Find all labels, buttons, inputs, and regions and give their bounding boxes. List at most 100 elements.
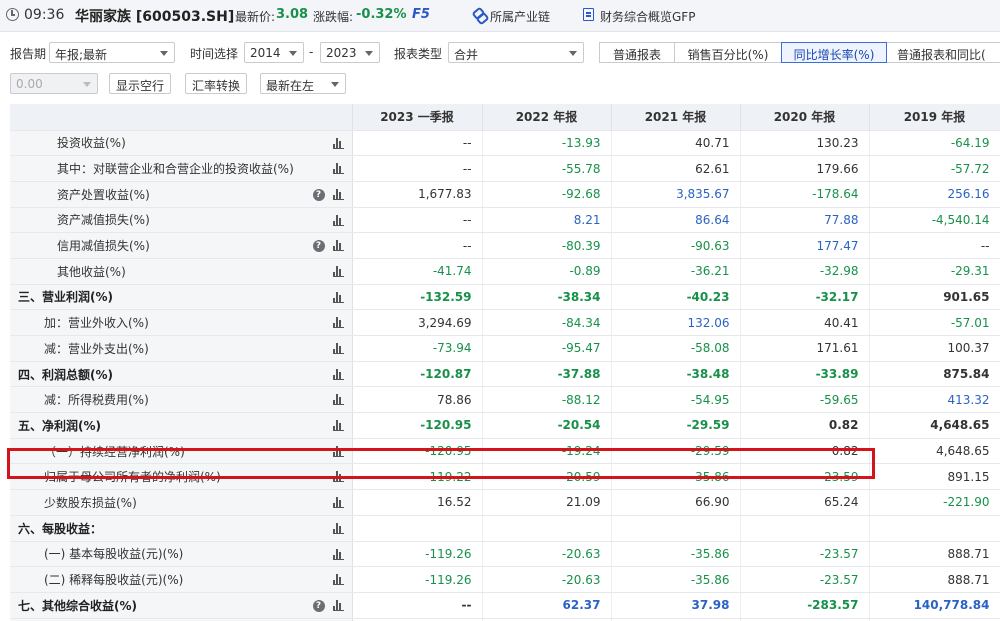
row-label: 减：营业外支出(%) (44, 341, 149, 356)
bar-chart-icon[interactable] (332, 497, 344, 509)
bar-chart-icon[interactable] (332, 240, 344, 252)
value-cell: -- (352, 232, 483, 259)
value-cell: 875.84 (869, 361, 1000, 388)
bar-chart-icon[interactable] (332, 291, 344, 303)
value-cell: -59.65 (740, 386, 870, 414)
report-type-select[interactable]: 合并 (448, 42, 584, 63)
year-from-select[interactable]: 2014 (244, 42, 304, 63)
bar-chart-icon[interactable] (332, 163, 344, 175)
column-order-select[interactable]: 最新在左 (260, 73, 346, 94)
value-cell: -57.01 (869, 309, 1000, 336)
row-label: 减：所得税费用(%) (44, 393, 149, 408)
value-cell: 21.09 (482, 489, 612, 516)
row-label: 资产处置收益(%) (57, 187, 150, 202)
value-cell: 78.86 (352, 386, 483, 414)
decimal-select[interactable]: 0.00 (10, 73, 98, 94)
current-time: 09:36 (24, 7, 65, 23)
value-cell: 1,677.83 (352, 181, 483, 208)
bar-chart-icon[interactable] (332, 137, 344, 149)
row-label-cell: 减：所得税费用(%) (10, 386, 353, 414)
bar-chart-icon[interactable] (332, 420, 344, 432)
bar-chart-icon[interactable] (332, 471, 344, 483)
chevron-down-icon (83, 82, 91, 87)
bar-chart-icon[interactable] (332, 599, 344, 611)
row-label: (二) 稀释每股收益(元)(%) (44, 573, 184, 588)
bar-chart-icon[interactable] (332, 188, 344, 200)
value-cell: 65.24 (740, 489, 870, 516)
value-cell: 888.71 (869, 566, 1000, 593)
bar-chart-icon[interactable] (332, 368, 344, 380)
bar-chart-icon[interactable] (332, 548, 344, 560)
table-row[interactable]: 五、净利润(%) -120.95 -20.54 -29.59 0.82 4,648.65 (10, 412, 1000, 439)
help-icon[interactable]: ? (312, 599, 325, 612)
row-label-cell: 三、营业利润(%) (10, 284, 353, 311)
table-row[interactable]: 资产处置收益(%)? 1,677.83 -92.68 3,835.67 -178.64 2… (10, 181, 1000, 208)
value-cell: -0.89 (482, 258, 612, 285)
table-row[interactable]: 少数股东损益(%) 16.52 21.09 66.90 65.24 -221.90 (10, 489, 1000, 516)
value-cell: -20.59 (482, 463, 612, 491)
table-row[interactable]: 四、利润总额(%) -120.87 -37.88 -38.48 -33.89 875.84 (10, 361, 1000, 388)
report-period-select[interactable]: 年报;最新 (49, 42, 175, 63)
bar-chart-icon[interactable] (332, 574, 344, 586)
tab-sales-percent[interactable]: 销售百分比(%) (674, 42, 782, 63)
value-cell: -38.48 (611, 361, 741, 388)
value-cell: -57.72 (869, 155, 1000, 182)
year-from-value: 2014 (250, 46, 281, 60)
row-label-cell: (二) 稀释每股收益(元)(%) (10, 566, 353, 593)
refresh-f5-button[interactable]: F5 (412, 7, 430, 22)
table-row[interactable]: 其他收益(%) -41.74 -0.89 -36.21 -32.98 -29.31 (10, 258, 1000, 285)
fx-convert-button[interactable]: 汇率转换 (185, 73, 247, 94)
value-cell: 413.32 (869, 386, 1000, 414)
table-row[interactable]: 三、营业利润(%) -132.59 -38.34 -40.23 -32.17 901.65 (10, 284, 1000, 311)
bar-chart-icon[interactable] (332, 522, 344, 534)
stock-name: 华丽家族 [600503.SH] (75, 9, 235, 25)
table-row[interactable]: 信用减值损失(%)? -- -80.39 -90.63 177.47 -- (10, 232, 1000, 259)
bar-chart-icon[interactable] (332, 317, 344, 329)
table-row[interactable]: 加：营业外收入(%) 3,294.69 -84.34 132.06 40.41 -57.0… (10, 309, 1000, 336)
bar-chart-icon[interactable] (332, 394, 344, 406)
industry-chain-link[interactable]: 所属产业链 (490, 8, 550, 25)
tab-normal-report[interactable]: 普通报表 (599, 42, 675, 63)
help-icon[interactable]: ? (312, 188, 325, 201)
value-cell: -23.59 (740, 463, 870, 491)
value-cell (352, 515, 483, 542)
bar-chart-icon[interactable] (332, 265, 344, 277)
link-icon (473, 9, 485, 21)
row-label-cell: 六、每股收益： (10, 515, 353, 542)
year-to-select[interactable]: 2023 (320, 42, 380, 63)
value-cell: -35.86 (611, 566, 741, 593)
value-cell: 66.90 (611, 489, 741, 516)
row-label: 其中：对联营企业和合营企业的投资收益(%) (57, 162, 294, 177)
help-icon[interactable]: ? (312, 240, 325, 253)
value-cell: 171.61 (740, 335, 870, 362)
value-cell: -54.95 (611, 386, 741, 414)
table-row[interactable]: 六、每股收益： (10, 515, 1000, 542)
tab-normal-and-yoy[interactable]: 普通报表和同比( (886, 42, 1000, 63)
table-row[interactable]: (一) 基本每股收益(元)(%) -119.26 -20.63 -35.86 -23.5… (10, 541, 1000, 568)
table-row[interactable]: （一）持续经营净利润(%) -120.95 -19.24 -29.59 0.82 4,64… (10, 438, 1000, 465)
value-cell (740, 515, 870, 542)
value-cell: 100.37 (869, 335, 1000, 362)
table-row[interactable]: 减：所得税费用(%) 78.86 -88.12 -54.95 -59.65 413.32 (10, 386, 1000, 414)
row-label: 七、其他综合收益(%) (18, 598, 137, 613)
value-cell: 177.47 (740, 232, 870, 259)
value-cell: -36.21 (611, 258, 741, 285)
table-row[interactable]: 归属于母公司所有者的净利润(%) -119.22 -20.59 -35.86 -23.5… (10, 463, 1000, 491)
latest-price-label: 最新价: (235, 10, 276, 24)
table-row[interactable]: (二) 稀释每股收益(元)(%) -119.26 -20.63 -35.86 -23.5… (10, 566, 1000, 593)
report-period-label: 报告期 (10, 47, 47, 61)
show-empty-rows-button[interactable]: 显示空行 (109, 73, 171, 94)
chevron-down-icon (569, 51, 577, 56)
table-row[interactable]: 减：营业外支出(%) -73.94 -95.47 -58.08 171.61 100.37 (10, 335, 1000, 362)
bar-chart-icon[interactable] (332, 214, 344, 226)
tab-yoy-growth[interactable]: 同比增长率(%) (781, 42, 887, 63)
value-cell: -178.64 (740, 181, 870, 208)
table-row[interactable]: 投资收益(%) -- -13.93 40.71 130.23 -64.19 (10, 130, 1000, 157)
table-row[interactable]: 七、其他综合收益(%)? -- 62.37 37.98 -283.57 140,778.8… (10, 592, 1000, 619)
bar-chart-icon[interactable] (332, 445, 344, 457)
table-row[interactable]: 其中：对联营企业和合营企业的投资收益(%) -- -55.78 62.61 179.66… (10, 155, 1000, 182)
bar-chart-icon[interactable] (332, 343, 344, 354)
gfp-overview-link[interactable]: 财务综合概览GFP (600, 8, 695, 25)
value-cell: 0.82 (740, 412, 870, 439)
table-row[interactable]: 资产减值损失(%) -- 8.21 86.64 77.88 -4,540.14 (10, 207, 1000, 234)
